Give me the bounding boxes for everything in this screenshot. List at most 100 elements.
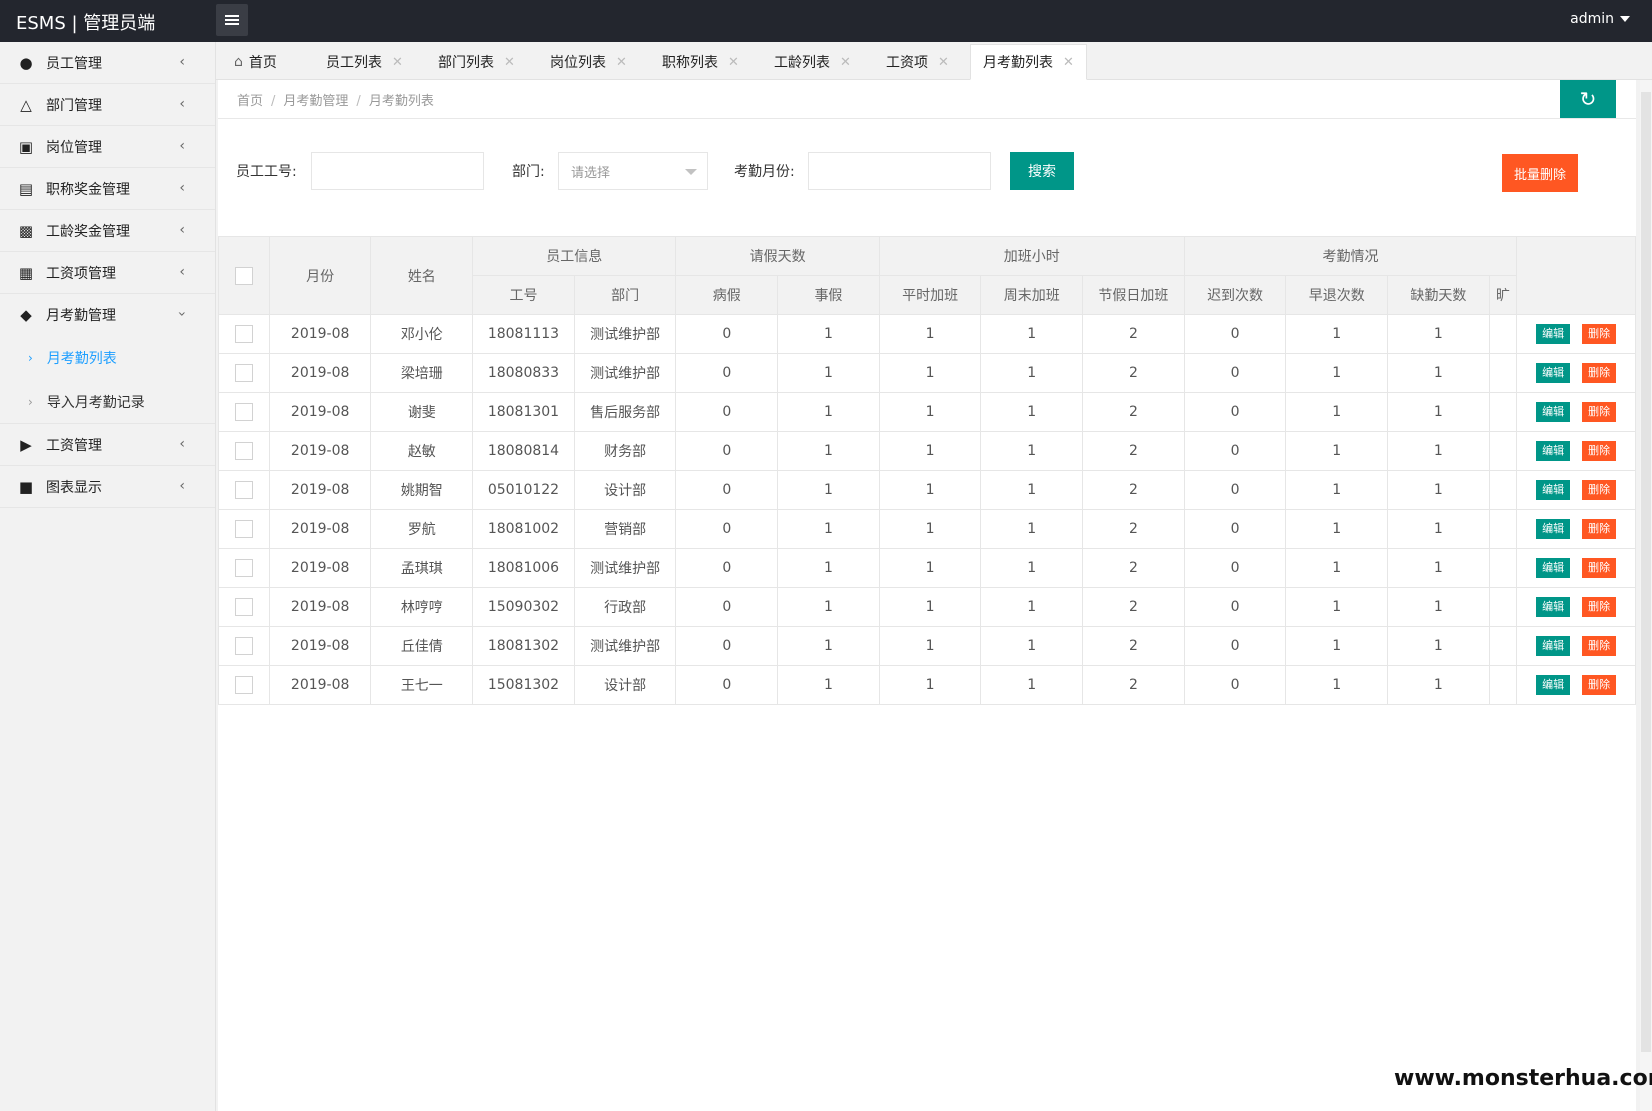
close-icon[interactable]: ✕: [616, 55, 627, 70]
table-row[interactable]: 2019-08 孟琪琪 18081006 测试维护部 0 1 1 1 2 0 1 1 编辑 删除: [218, 548, 1636, 588]
table-row[interactable]: 2019-08 王七一 15081302 设计部 0 1 1 1 2 0 1 1 编辑 删除: [218, 665, 1636, 705]
sidebar-item-position[interactable]: ▣ 岗位管理 ‹: [0, 126, 215, 168]
tab-seniority-list[interactable]: 工龄列表 ✕: [762, 44, 863, 80]
table-row[interactable]: 2019-08 邓小伦 18081113 测试维护部 0 1 1 1 2 0 1 1 编辑 删除: [218, 314, 1636, 354]
edit-button[interactable]: 编辑: [1536, 363, 1571, 383]
header-dept[interactable]: 部门: [573, 275, 677, 315]
emp-no-input[interactable]: [311, 152, 484, 190]
cell-sick: 0: [675, 314, 779, 354]
edit-button[interactable]: 编辑: [1536, 402, 1571, 422]
tab-title-list[interactable]: 职称列表 ✕: [650, 44, 751, 80]
batch-delete-button[interactable]: 批量删除: [1502, 154, 1578, 192]
cell-name: 王七一: [370, 665, 474, 705]
row-actions: 编辑 删除: [1516, 470, 1636, 510]
table-row[interactable]: 2019-08 赵敏 18080814 财务部 0 1 1 1 2 0 1 1 编辑 删除: [218, 431, 1636, 471]
delete-button[interactable]: 删除: [1582, 597, 1617, 617]
breadcrumb-item[interactable]: 首页: [237, 94, 263, 109]
header-early[interactable]: 早退次数: [1285, 275, 1389, 315]
delete-button[interactable]: 删除: [1582, 636, 1617, 656]
edit-button[interactable]: 编辑: [1536, 480, 1571, 500]
sidebar-item-charts[interactable]: ■ 图表显示 ‹: [0, 466, 215, 508]
edit-button[interactable]: 编辑: [1536, 558, 1571, 578]
user-menu[interactable]: admin: [1570, 11, 1630, 27]
table-row[interactable]: 2019-08 谢斐 18081301 售后服务部 0 1 1 1 2 0 1 1 编辑 删除: [218, 392, 1636, 432]
cell-name: 赵敏: [370, 431, 474, 471]
header-personal[interactable]: 事假: [777, 275, 880, 315]
delete-button[interactable]: 删除: [1582, 363, 1617, 383]
edit-button[interactable]: 编辑: [1536, 441, 1571, 461]
tab-department-list[interactable]: 部门列表 ✕: [426, 44, 527, 80]
header-emp-no[interactable]: 工号: [472, 275, 575, 315]
close-icon[interactable]: ✕: [392, 55, 403, 70]
edit-button[interactable]: 编辑: [1536, 597, 1571, 617]
header-late[interactable]: 迟到次数: [1183, 275, 1287, 315]
row-checkbox[interactable]: [234, 637, 253, 655]
tab-employee-list[interactable]: 员工列表 ✕: [314, 44, 415, 80]
table-row[interactable]: 2019-08 梁培珊 18080833 测试维护部 0 1 1 1 2 0 1 1 编辑 删除: [218, 353, 1636, 393]
cell-holiday-ot: 2: [1082, 587, 1185, 627]
tab-position-list[interactable]: 岗位列表 ✕: [538, 44, 639, 80]
delete-button[interactable]: 删除: [1582, 558, 1617, 578]
edit-button[interactable]: 编辑: [1536, 675, 1571, 695]
sidebar-item-title-bonus[interactable]: ▤ 职称奖金管理 ‹: [0, 168, 215, 210]
scrollbar-thumb[interactable]: [1641, 92, 1651, 1052]
close-icon[interactable]: ✕: [1063, 55, 1074, 70]
edit-button[interactable]: 编辑: [1536, 636, 1571, 656]
sidebar-item-salary-items[interactable]: ▦ 工资项管理 ‹: [0, 252, 215, 294]
table-row[interactable]: 2019-08 罗航 18081002 营销部 0 1 1 1 2 0 1 1 编辑 删除: [218, 509, 1636, 549]
delete-button[interactable]: 删除: [1582, 675, 1617, 695]
header-weekday-ot[interactable]: 平时加班: [878, 275, 982, 315]
row-checkbox[interactable]: [234, 325, 253, 343]
edit-button[interactable]: 编辑: [1536, 324, 1571, 344]
row-checkbox[interactable]: [234, 481, 253, 499]
row-checkbox[interactable]: [234, 559, 253, 577]
row-checkbox[interactable]: [234, 676, 253, 694]
tab-monthly-attendance-list[interactable]: 月考勤列表 ✕: [970, 44, 1087, 80]
sidebar-item-salary[interactable]: ▶ 工资管理 ‹: [0, 424, 215, 466]
table-row[interactable]: 2019-08 丘佳倩 18081302 测试维护部 0 1 1 1 2 0 1 1 编辑 删除: [218, 626, 1636, 666]
delete-button[interactable]: 删除: [1582, 480, 1617, 500]
header-name[interactable]: 姓名: [370, 236, 474, 315]
sidebar-item-seniority-bonus[interactable]: ▩ 工龄奖金管理 ‹: [0, 210, 215, 252]
tab-home[interactable]: ⌂ 首页: [222, 44, 289, 80]
header-sick[interactable]: 病假: [675, 275, 779, 315]
sidebar-item-monthly-attendance[interactable]: ◆ 月考勤管理 ‹: [0, 294, 215, 336]
close-icon[interactable]: ✕: [840, 55, 851, 70]
header-holiday-ot[interactable]: 节假日加班: [1082, 275, 1185, 315]
refresh-button[interactable]: ↻: [1560, 80, 1616, 118]
cell-weekday-ot: 1: [878, 587, 982, 627]
delete-button[interactable]: 删除: [1582, 402, 1617, 422]
row-checkbox[interactable]: [234, 364, 253, 382]
edit-button[interactable]: 编辑: [1536, 519, 1571, 539]
sidebar-subitem-import-attendance[interactable]: › 导入月考勤记录: [0, 380, 215, 424]
breadcrumb-item[interactable]: 月考勤管理: [283, 94, 348, 109]
close-icon[interactable]: ✕: [938, 55, 949, 70]
row-checkbox[interactable]: [234, 520, 253, 538]
row-checkbox[interactable]: [234, 598, 253, 616]
header-absent[interactable]: 缺勤天数: [1387, 275, 1490, 315]
table-row[interactable]: 2019-08 姚期智 05010122 设计部 0 1 1 1 2 0 1 1 编辑 删除: [218, 470, 1636, 510]
search-button[interactable]: 搜索: [1010, 152, 1074, 190]
menu-toggle-button[interactable]: [216, 4, 248, 36]
sidebar-subitem-attendance-list[interactable]: › 月考勤列表: [0, 336, 215, 380]
month-input[interactable]: [808, 152, 991, 190]
cell-holiday-ot: 2: [1082, 665, 1185, 705]
badge-icon: ▣: [18, 137, 34, 156]
close-icon[interactable]: ✕: [504, 55, 515, 70]
tab-salary-items[interactable]: 工资项 ✕: [874, 44, 961, 80]
header-month[interactable]: 月份: [268, 236, 372, 315]
sidebar-item-employee[interactable]: ● 员工管理 ‹: [0, 42, 215, 84]
row-select-cell: [218, 548, 270, 588]
header-cut[interactable]: 旷: [1488, 275, 1518, 315]
dept-select[interactable]: 请选择: [558, 152, 708, 190]
row-checkbox[interactable]: [234, 442, 253, 460]
delete-button[interactable]: 删除: [1582, 519, 1617, 539]
sidebar-item-department[interactable]: △ 部门管理 ‹: [0, 84, 215, 126]
delete-button[interactable]: 删除: [1582, 324, 1617, 344]
row-checkbox[interactable]: [234, 403, 253, 421]
close-icon[interactable]: ✕: [728, 55, 739, 70]
header-weekend-ot[interactable]: 周末加班: [980, 275, 1084, 315]
table-row[interactable]: 2019-08 林哼哼 15090302 行政部 0 1 1 1 2 0 1 1 编辑 删除: [218, 587, 1636, 627]
select-all-checkbox[interactable]: [234, 266, 253, 285]
delete-button[interactable]: 删除: [1582, 441, 1617, 461]
